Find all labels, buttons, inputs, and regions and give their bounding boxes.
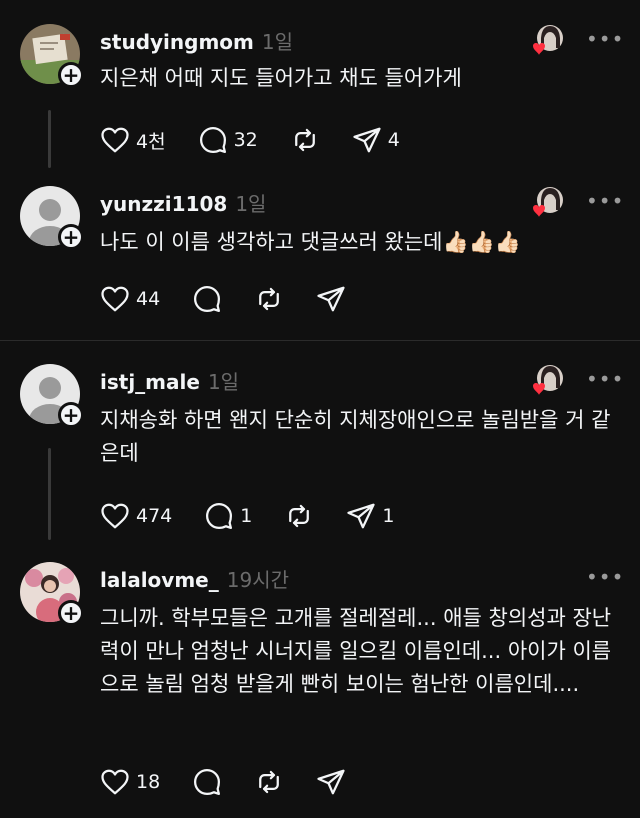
- like-count: 4천: [136, 130, 166, 153]
- reply-count: 32: [233, 129, 258, 151]
- send-icon: [317, 286, 345, 312]
- more-options-button[interactable]: •••: [586, 189, 624, 213]
- share-button[interactable]: 4: [352, 125, 400, 155]
- follow-plus-button[interactable]: +: [58, 62, 84, 88]
- follow-plus-button[interactable]: +: [58, 224, 84, 250]
- comment-text: 그니까. 학부모들은 고개를 절레절레... 애들 창의성과 장난력이 만나 엄…: [100, 606, 612, 696]
- timestamp: 1일: [235, 192, 267, 216]
- like-count: 44: [136, 288, 161, 310]
- like-button[interactable]: 4천: [100, 125, 166, 155]
- reply-button[interactable]: 32: [198, 125, 258, 155]
- reply-button[interactable]: 1: [204, 501, 252, 531]
- comment-icon: [206, 503, 233, 529]
- thread-line: [48, 110, 51, 168]
- share-count: 4: [387, 129, 400, 151]
- divider: [0, 340, 640, 341]
- more-options-button[interactable]: •••: [586, 565, 624, 589]
- username[interactable]: istj_male 1일: [100, 366, 239, 395]
- repost-icon: [259, 287, 280, 311]
- send-icon: [347, 503, 375, 529]
- repost-icon: [294, 128, 315, 152]
- heart-icon: [101, 127, 129, 153]
- share-count: 1: [382, 505, 395, 527]
- thread-line: [48, 448, 51, 540]
- comment-text: 지은채 어때 지도 들어가고 채도 들어가게: [100, 66, 462, 90]
- repost-icon: [289, 504, 310, 528]
- follow-plus-button[interactable]: +: [58, 600, 84, 626]
- reply-count: 1: [240, 505, 253, 527]
- action-bar: 44: [100, 284, 378, 314]
- repost-button[interactable]: [254, 767, 284, 797]
- more-options-button[interactable]: •••: [586, 27, 624, 51]
- timestamp: 1일: [261, 30, 294, 54]
- comment-icon: [194, 286, 221, 312]
- heart-icon: [101, 769, 129, 795]
- comment-icon: [199, 127, 226, 153]
- comment-text: 나도 이 이름 생각하고 댓글쓰러 왔는데👍🏻👍🏻👍🏻: [100, 230, 521, 254]
- heart-icon: [101, 286, 129, 312]
- like-count: 18: [136, 771, 161, 793]
- like-button[interactable]: 44: [100, 284, 160, 314]
- username[interactable]: lalalovme_ 19시간: [100, 564, 289, 593]
- send-icon: [353, 127, 381, 153]
- timestamp: 1일: [207, 370, 240, 394]
- liked-by-author-icon: [533, 187, 563, 217]
- share-button[interactable]: [316, 284, 346, 314]
- action-bar: 474 1 1: [100, 501, 426, 531]
- liked-by-author-icon: [533, 25, 563, 55]
- repost-icon: [259, 770, 280, 794]
- send-icon: [317, 769, 345, 795]
- timestamp: 19시간: [226, 568, 289, 592]
- like-button[interactable]: 18: [100, 767, 160, 797]
- share-button[interactable]: 1: [346, 501, 394, 531]
- like-button[interactable]: 474: [100, 501, 172, 531]
- repost-button[interactable]: [284, 501, 314, 531]
- comment-icon: [194, 769, 221, 795]
- more-options-button[interactable]: •••: [586, 367, 624, 391]
- username[interactable]: yunzzi1108 1일: [100, 188, 266, 217]
- repost-button[interactable]: [290, 125, 320, 155]
- action-bar: 18: [100, 767, 378, 797]
- share-button[interactable]: [316, 767, 346, 797]
- liked-by-author-icon: [533, 365, 563, 395]
- repost-button[interactable]: [254, 284, 284, 314]
- comment-text: 지채송화 하면 왠지 단순히 지체장애인으로 놀림받을 거 같은데: [100, 408, 611, 465]
- action-bar: 4천 32 4: [100, 125, 432, 155]
- follow-plus-button[interactable]: +: [58, 402, 84, 428]
- like-count: 474: [136, 505, 173, 527]
- heart-icon: [101, 503, 129, 529]
- reply-button[interactable]: [192, 767, 222, 797]
- reply-button[interactable]: [192, 284, 222, 314]
- username[interactable]: studyingmom 1일: [100, 26, 293, 55]
